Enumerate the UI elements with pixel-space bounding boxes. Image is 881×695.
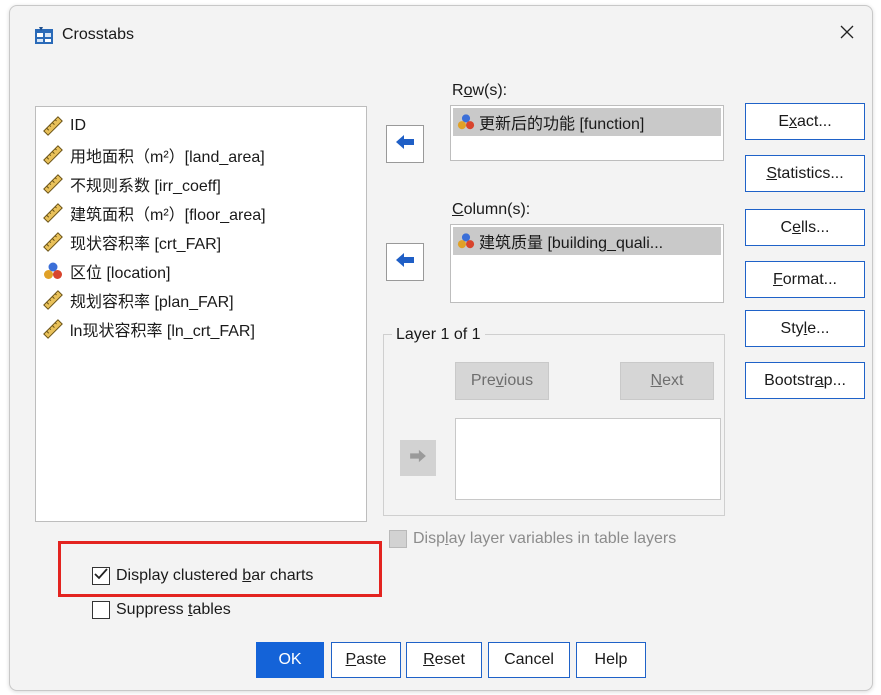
columns-selected-item[interactable]: 建筑质量 [building_quali... bbox=[453, 227, 721, 255]
help-button[interactable]: Help bbox=[576, 642, 646, 678]
variable-item[interactable]: 规划容积率 [plan_FAR] bbox=[36, 285, 366, 314]
variable-label: 不规则系数 [irr_coeff] bbox=[70, 177, 221, 195]
rows-label: Row(s): bbox=[452, 82, 508, 99]
variable-label: ID bbox=[70, 116, 86, 134]
clustered-label: Display clustered bar charts bbox=[116, 567, 314, 584]
variable-item[interactable]: 建筑面积（m²）[floor_area] bbox=[36, 198, 366, 227]
scale-ruler-icon bbox=[42, 144, 64, 166]
right-arrow-icon bbox=[409, 449, 427, 468]
crosstabs-dialog: Crosstabs ID 用地面积（m²）[land_area] 不规则系数 [… bbox=[9, 5, 873, 691]
variable-label: ln现状容积率 [ln_crt_FAR] bbox=[70, 322, 255, 340]
rows-selected-item[interactable]: 更新后的功能 [function] bbox=[453, 108, 721, 136]
nominal-balls-icon bbox=[42, 260, 64, 282]
columns-value: 建筑质量 [building_quali... bbox=[479, 235, 664, 252]
cells-button[interactable]: Ce lls... bbox=[745, 209, 865, 246]
checkmark-icon bbox=[94, 567, 108, 585]
variable-item[interactable]: ID bbox=[36, 111, 366, 140]
variable-item[interactable]: 区位 [location] bbox=[36, 256, 366, 285]
spss-app-icon bbox=[34, 26, 54, 46]
display-clustered-bar-charts-option[interactable]: Display clustered bar charts bbox=[92, 567, 313, 585]
scale-ruler-icon bbox=[42, 173, 64, 195]
source-variable-list[interactable]: ID 用地面积（m²）[land_area] 不规则系数 [irr_coeff]… bbox=[35, 106, 367, 522]
format-button[interactable]: Format... bbox=[745, 261, 865, 298]
columns-label: Column(s): bbox=[452, 201, 531, 218]
variable-label: 规划容积率 [plan_FAR] bbox=[70, 293, 234, 311]
rows-list[interactable]: 更新后的功能 [function] bbox=[450, 105, 724, 161]
move-to-layer-button[interactable] bbox=[400, 440, 436, 476]
style-button[interactable]: Sty l e... bbox=[745, 310, 865, 347]
variable-label: 建筑面积（m²）[floor_area] bbox=[70, 206, 266, 224]
title-bar: Crosstabs bbox=[10, 6, 872, 58]
suppress-tables-option[interactable]: Suppress tables bbox=[92, 601, 231, 619]
variable-item[interactable]: ln现状容积率 [ln_crt_FAR] bbox=[36, 314, 366, 343]
scale-ruler-icon bbox=[42, 202, 64, 224]
scale-ruler-icon bbox=[42, 318, 64, 340]
close-button[interactable] bbox=[822, 14, 872, 54]
paste-button[interactable]: Paste bbox=[331, 642, 401, 678]
left-arrow-icon bbox=[395, 252, 415, 273]
exact-button[interactable]: Ex act... bbox=[745, 103, 865, 140]
previous-button[interactable]: Pre v ious bbox=[455, 362, 549, 400]
variable-item[interactable]: 现状容积率 [crt_FAR] bbox=[36, 227, 366, 256]
ok-button[interactable]: OK bbox=[256, 642, 324, 678]
display-layer-variables-option[interactable]: Display layer variables in table layers bbox=[389, 530, 676, 548]
layer-list[interactable] bbox=[455, 418, 721, 500]
scale-ruler-icon bbox=[42, 231, 64, 253]
nominal-balls-icon bbox=[457, 113, 475, 131]
suppress-label: Suppress tables bbox=[116, 601, 231, 618]
variable-label: 用地面积（m²）[land_area] bbox=[70, 148, 265, 166]
scale-ruler-icon bbox=[42, 115, 64, 137]
left-arrow-icon bbox=[395, 134, 415, 155]
display-layer-label: Display layer variables in table layers bbox=[413, 530, 677, 547]
variable-item[interactable]: 不规则系数 [irr_coeff] bbox=[36, 169, 366, 198]
variable-label: 区位 [location] bbox=[70, 264, 171, 282]
cancel-button[interactable]: Cancel bbox=[488, 642, 570, 678]
checkbox-checked[interactable] bbox=[92, 567, 110, 585]
nominal-balls-icon bbox=[457, 232, 475, 250]
rows-value: 更新后的功能 [function] bbox=[479, 116, 645, 133]
statistics-button[interactable]: Statistics... bbox=[745, 155, 865, 192]
layer-title: Layer 1 of 1 bbox=[392, 326, 485, 344]
checkbox[interactable] bbox=[389, 530, 407, 548]
columns-list[interactable]: 建筑质量 [building_quali... bbox=[450, 224, 724, 303]
scale-ruler-icon bbox=[42, 289, 64, 311]
variable-item[interactable]: 用地面积（m²）[land_area] bbox=[36, 140, 366, 169]
checkbox[interactable] bbox=[92, 601, 110, 619]
next-button[interactable]: Next bbox=[620, 362, 714, 400]
window-title: Crosstabs bbox=[62, 26, 135, 43]
variable-label: 现状容积率 [crt_FAR] bbox=[70, 235, 222, 253]
bootstrap-button[interactable]: Bootstr a p... bbox=[745, 362, 865, 399]
reset-button[interactable]: Reset bbox=[406, 642, 482, 678]
move-to-rows-button[interactable] bbox=[386, 125, 424, 163]
move-to-columns-button[interactable] bbox=[386, 243, 424, 281]
close-icon bbox=[840, 25, 854, 44]
